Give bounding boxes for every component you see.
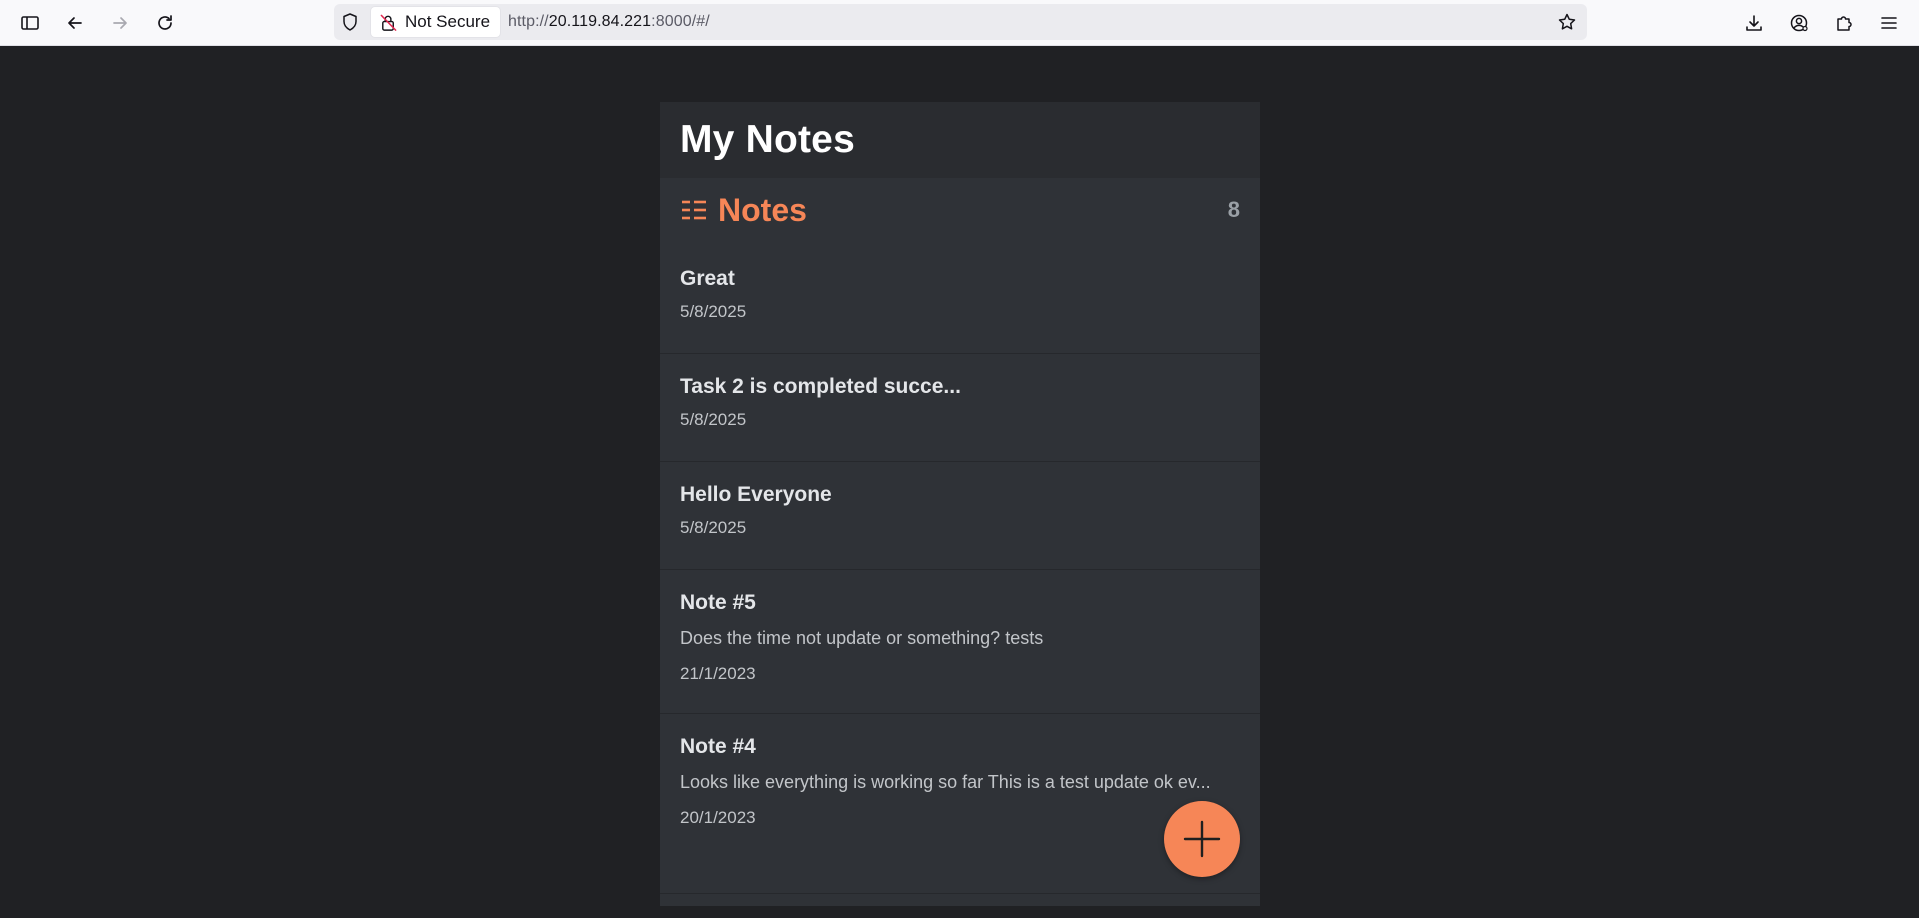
puzzle-icon [1837,16,1852,31]
sidebar-icon [21,16,39,30]
add-note-button[interactable] [1164,801,1240,877]
security-label: Not Secure [405,12,491,31]
note-title: Great [680,267,735,290]
note-preview: Looks like everything is working so far … [680,772,1211,792]
menu-button[interactable] [1873,7,1905,39]
forward-button[interactable] [104,7,136,39]
star-icon [1558,13,1576,30]
address-bar[interactable]: Not Secure http://20.119.84.221:8000/#/ [334,4,1587,40]
bookmark-button[interactable] [1557,12,1577,32]
downloads-button[interactable] [1738,7,1770,39]
notes-list-title: Notes [718,191,807,228]
note-item[interactable]: Note #4 Looks like everything is working… [660,714,1260,894]
browser-toolbar: Not Secure http://20.119.84.221:8000/#/ [0,0,1919,46]
note-date: 21/1/2023 [680,664,756,683]
notes-list: Great 5/8/2025 Task 2 is completed succe… [660,246,1260,894]
extensions-button[interactable] [1828,7,1860,39]
url-text[interactable]: http://20.119.84.221:8000/#/ [508,4,710,40]
note-date: 5/8/2025 [680,302,747,321]
reload-icon [158,15,172,30]
plus-icon [1183,820,1221,858]
note-preview: Does the time not update or something? t… [680,628,1044,648]
note-title: Note #4 [680,735,756,758]
app-header: My Notes [660,102,1260,178]
notes-list-header: Notes 8 [660,178,1260,242]
account-button[interactable] [1783,7,1815,39]
arrow-right-icon [113,17,127,29]
note-item[interactable]: Hello Everyone 5/8/2025 [660,462,1260,570]
notes-app: My Notes Notes 8 Great 5/8/2025 Task 2 i… [660,102,1260,906]
notes-count: 8 [1227,197,1240,222]
note-item[interactable]: Note #5 Does the time not update or some… [660,570,1260,714]
shield-icon [343,13,357,31]
app-title: My Notes [680,118,855,161]
account-icon [1790,14,1808,32]
note-title: Hello Everyone [680,483,832,506]
site-security-button[interactable]: Not Secure [371,7,501,37]
sidebar-toggle-button[interactable] [14,7,46,39]
reload-button[interactable] [149,7,181,39]
note-item[interactable]: Great 5/8/2025 [660,246,1260,354]
arrow-left-icon [68,17,82,29]
insecure-lock-icon [380,14,397,31]
url-host: 20.119.84.221 [548,13,652,30]
note-title: Task 2 is completed succe... [680,375,961,398]
url-scheme: http:// [508,13,549,30]
note-title: Note #5 [680,591,756,614]
list-icon [682,200,706,220]
note-date: 20/1/2023 [680,808,756,827]
note-date: 5/8/2025 [680,410,747,429]
back-button[interactable] [59,7,91,39]
url-path: :8000/#/ [651,13,710,30]
note-item[interactable]: Task 2 is completed succe... 5/8/2025 [660,354,1260,462]
hamburger-menu-icon [1881,17,1897,29]
download-icon [1746,15,1762,31]
tracking-protection-button[interactable] [340,12,360,32]
note-date: 5/8/2025 [680,518,747,537]
